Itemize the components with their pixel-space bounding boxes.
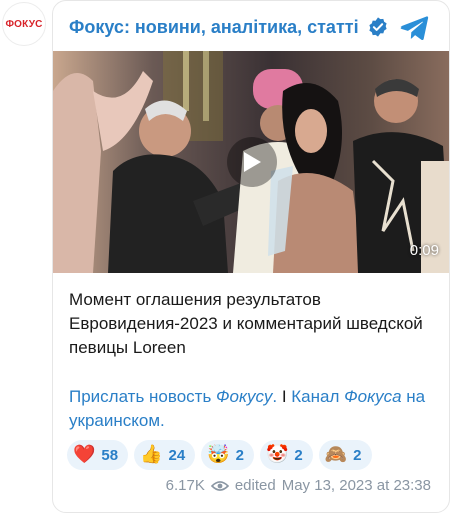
post-header: Фокус: новини, аналітика, статті <box>69 13 437 41</box>
see-no-evil-monkey-icon: 🙈 <box>324 444 348 465</box>
thumbs-up-icon: 👍 <box>140 444 163 465</box>
reaction-count: 58 <box>101 446 119 464</box>
post-card: Фокус: новини, аналітика, статті 0:09 Мо… <box>52 0 450 513</box>
reaction-count: 2 <box>353 446 362 464</box>
play-icon <box>244 152 261 172</box>
video-thumbnail[interactable]: 0:09 <box>53 51 449 273</box>
play-button[interactable] <box>227 137 277 187</box>
reaction-count: 2 <box>294 446 303 464</box>
channel-name[interactable]: Фокус: новини, аналітика, статті <box>69 17 359 38</box>
telegram-icon[interactable] <box>399 15 429 41</box>
reaction-see-no-evil[interactable]: 🙈 2 <box>318 440 372 470</box>
reaction-heart[interactable]: ❤️ 58 <box>67 440 129 470</box>
video-duration: 0:09 <box>409 242 439 259</box>
post-meta: 6.17K edited May 13, 2023 at 23:38 <box>166 477 431 494</box>
clown-face-icon: 🤡 <box>265 444 289 465</box>
reaction-clown[interactable]: 🤡 2 <box>259 440 313 470</box>
channel-avatar[interactable]: ФОКУС <box>2 2 46 46</box>
reaction-count: 2 <box>235 446 244 464</box>
eye-icon <box>210 480 229 491</box>
reactions-bar: ❤️ 58 👍 24 🤯 2 🤡 2 🙈 2 <box>67 440 372 470</box>
links-separator: I <box>277 387 292 406</box>
edited-label: edited <box>234 477 276 494</box>
reaction-count: 24 <box>168 446 186 464</box>
heart-icon: ❤️ <box>73 444 96 465</box>
send-news-link[interactable]: Прислать новость Фокусу. <box>69 387 277 406</box>
post-links: Прислать новость Фокусу. I Канал Фокуса … <box>69 385 439 433</box>
post-timestamp: May 13, 2023 at 23:38 <box>281 477 431 494</box>
reaction-exploding-head[interactable]: 🤯 2 <box>201 440 254 470</box>
exploding-head-icon: 🤯 <box>207 444 230 465</box>
reaction-thumbs-up[interactable]: 👍 24 <box>134 440 196 470</box>
view-count: 6.17K <box>165 477 205 494</box>
verified-badge-icon <box>368 17 387 37</box>
post-text: Момент оглашения результатов Евровидения… <box>69 290 423 357</box>
avatar-logo-text: ФОКУС <box>5 18 43 30</box>
